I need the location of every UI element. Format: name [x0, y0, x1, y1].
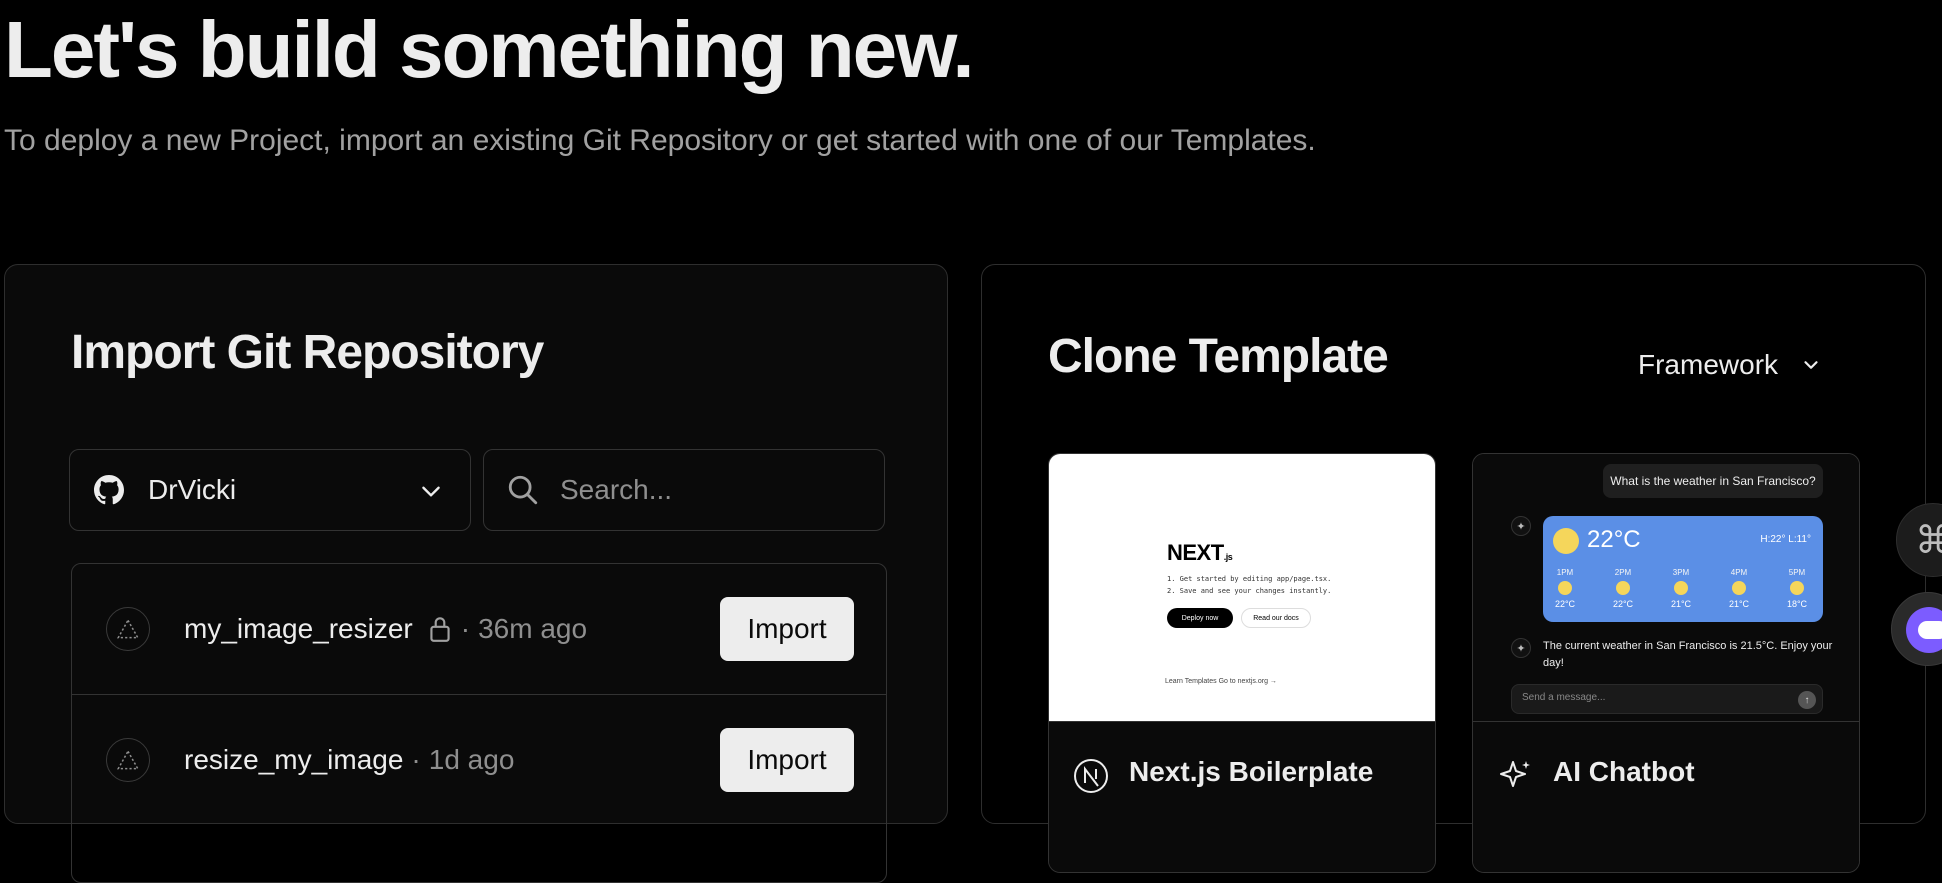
- clone-template-panel: Clone Template Framework NEXT.js 1. Get …: [981, 264, 1926, 873]
- github-icon: [94, 475, 124, 505]
- preview-weather-card: 22°C H:22° L:11° 1PM 22°C 2PM 22°C 3PM 21°C…: [1543, 516, 1823, 622]
- repo-search-input[interactable]: [558, 473, 862, 507]
- repo-separator: ·: [411, 744, 421, 775]
- template-card-nextjs[interactable]: NEXT.js 1. Get started by editing app/pa…: [1048, 453, 1436, 873]
- lock-icon: [430, 617, 450, 642]
- preview-user-message: What is the weather in San Francisco?: [1603, 464, 1823, 498]
- weather-temp: 22°C: [1587, 526, 1641, 553]
- preview-docs-button: Read our docs: [1241, 608, 1311, 628]
- nextjs-logo: NEXT.js: [1167, 540, 1233, 565]
- repo-avatar: [106, 607, 150, 651]
- repo-row[interactable]: my_image_resizer · 36m ago Import: [72, 564, 886, 695]
- preview-message-input: [1520, 691, 1784, 704]
- weather-hour: 2PM 22°C: [1612, 568, 1634, 609]
- repo-name: my_image_resizer: [184, 613, 413, 644]
- import-button[interactable]: Import: [720, 728, 854, 792]
- repo-avatar: [106, 738, 150, 782]
- repo-updated: 1d ago: [428, 744, 515, 775]
- weather-hour: 1PM 22°C: [1554, 568, 1576, 609]
- repo-list: my_image_resizer · 36m ago Import resize…: [71, 563, 887, 883]
- account-scope-name: DrVicki: [148, 474, 237, 505]
- chevron-down-icon: [422, 486, 440, 497]
- template-preview: NEXT.js 1. Get started by editing app/pa…: [1049, 454, 1435, 721]
- send-icon: ↑: [1798, 691, 1816, 709]
- account-scope-select[interactable]: DrVicki: [69, 449, 471, 531]
- template-name: Next.js Boilerplate: [1129, 756, 1374, 787]
- command-icon: ⌘: [1915, 520, 1942, 562]
- preview-deploy-button: Deploy now: [1167, 608, 1233, 628]
- weather-hour: 5PM 18°C: [1786, 568, 1808, 609]
- template-footer: AI Chatbot: [1473, 721, 1859, 872]
- preview-text: 1. Get started by editing app/page.tsx.: [1167, 575, 1332, 583]
- repo-separator: ·: [460, 613, 471, 644]
- sparkles-icon: ✦: [1511, 638, 1531, 658]
- weather-hour: 3PM 21°C: [1670, 568, 1692, 609]
- page-subtitle: To deploy a new Project, import an exist…: [4, 124, 1316, 157]
- chevron-down-icon: [1804, 361, 1818, 369]
- repo-updated: 36m ago: [478, 613, 588, 644]
- triangle-icon: [116, 749, 140, 770]
- triangle-icon: [116, 618, 140, 639]
- weather-hour: 4PM 21°C: [1728, 568, 1750, 609]
- preview-text: 2. Save and see your changes instantly.: [1167, 587, 1332, 595]
- import-button[interactable]: Import: [720, 597, 854, 661]
- repo-name: resize_my_image: [184, 744, 404, 775]
- preview-chat-input: ↑: [1511, 684, 1823, 714]
- import-panel-title: Import Git Repository: [71, 326, 544, 379]
- template-card-ai-chatbot[interactable]: What is the weather in San Francisco? ✦ …: [1472, 453, 1860, 873]
- template-preview: What is the weather in San Francisco? ✦ …: [1473, 454, 1859, 721]
- sparkles-icon: ✦: [1511, 516, 1531, 536]
- assistant-icon: [1906, 607, 1942, 653]
- search-icon: [508, 475, 538, 505]
- framework-filter[interactable]: Framework: [1638, 349, 1822, 381]
- template-footer: Next.js Boilerplate: [1049, 721, 1435, 872]
- nextjs-icon: [1074, 759, 1108, 793]
- clone-panel-title: Clone Template: [1048, 330, 1389, 383]
- sparkles-icon: [1500, 761, 1530, 787]
- preview-footer: Learn Templates Go to nextjs.org →: [1165, 678, 1277, 685]
- import-git-panel: Import Git Repository DrVicki my_image_r…: [4, 264, 948, 883]
- framework-filter-label: Framework: [1638, 349, 1779, 380]
- repo-search: [483, 449, 885, 531]
- weather-hilo: H:22° L:11°: [1760, 534, 1811, 545]
- page-title: Let's build something new.: [4, 5, 975, 94]
- preview-assistant-message: The current weather in San Francisco is …: [1543, 640, 1833, 669]
- template-name: AI Chatbot: [1553, 756, 1695, 787]
- repo-row[interactable]: resize_my_image · 1d ago Import: [72, 695, 886, 825]
- sun-icon: [1553, 528, 1579, 554]
